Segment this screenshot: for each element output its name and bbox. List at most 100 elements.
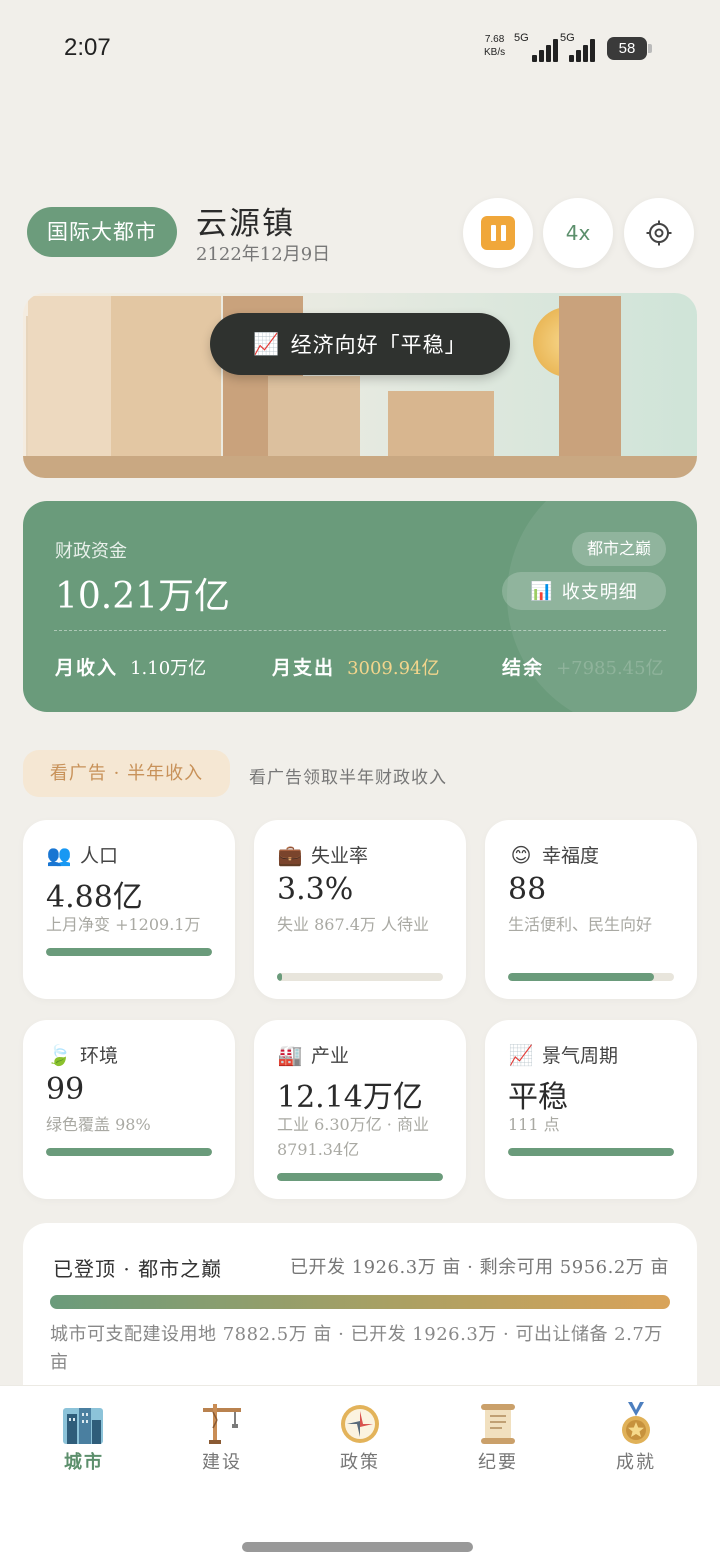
monthly-income-value: 1.10万亿	[130, 658, 207, 679]
stat-subtext: 上月净变 +1209.1万	[46, 915, 201, 934]
leaf-icon: 🍃	[46, 1042, 72, 1067]
stat-card-unemployment[interactable]: 💼 失业率 3.3% 失业 867.4万 人待业	[254, 820, 466, 999]
building	[111, 296, 221, 456]
nav-label: 建设	[202, 1452, 242, 1473]
divider	[54, 630, 666, 631]
compass-icon	[337, 1402, 383, 1446]
trend-text: 经济向好「平稳」	[290, 333, 467, 357]
nav-build[interactable]: 建设	[172, 1402, 272, 1474]
nav-label: 成就	[616, 1452, 656, 1473]
status-bar: 2:07 7.68 KB/s 5G 5G 58	[0, 0, 720, 96]
building	[559, 296, 621, 456]
stat-progress-bar	[277, 1173, 443, 1181]
stat-card-industry[interactable]: 🏭 产业 12.14万亿 工业 6.30万亿 · 商业 8791.34亿	[254, 1020, 466, 1199]
stat-value: 12.14万亿	[277, 1080, 423, 1115]
stat-title: 失业率	[311, 845, 369, 867]
stat-value: 3.3%	[277, 872, 354, 907]
nav-label: 城市	[64, 1452, 104, 1473]
factory-icon: 🏭	[277, 1042, 303, 1067]
stat-subtext: 绿色覆盖 98%	[46, 1115, 151, 1134]
watch-ad-button[interactable]: 看广告 · 半年收入	[23, 750, 230, 797]
settings-icon	[646, 220, 672, 246]
bottom-navigation: 城市 建设 政策 纪要 成就	[0, 1385, 720, 1567]
nav-policy[interactable]: 政策	[310, 1402, 410, 1474]
monthly-expense-label: 月支出	[272, 657, 336, 679]
stat-value: 平稳	[508, 1080, 568, 1115]
finance-value: 10.21万亿	[55, 576, 231, 617]
scroll-icon	[475, 1402, 521, 1446]
signal-icon: 5G	[514, 32, 558, 62]
ground	[23, 456, 697, 478]
sim2-label: 5G	[560, 32, 575, 44]
stat-progress-bar	[508, 973, 674, 981]
city-name: 云源镇	[196, 206, 295, 242]
nav-records[interactable]: 纪要	[448, 1402, 548, 1474]
medal-icon	[613, 1402, 659, 1446]
stat-card-business-cycle[interactable]: 📈 景气周期 平稳 111 点	[485, 1020, 697, 1199]
stat-value: 88	[508, 872, 547, 907]
battery-icon: 58	[607, 37, 652, 60]
nav-label: 政策	[340, 1452, 380, 1473]
ad-description: 看广告领取半年财政收入	[249, 768, 447, 788]
city-tier-badge[interactable]: 国际大都市	[27, 207, 177, 257]
bar-chart-icon: 📊	[530, 580, 554, 602]
pause-icon	[481, 216, 515, 250]
network-speed: 7.68 KB/s	[484, 33, 505, 59]
trend-chart-icon: 📈	[508, 1042, 534, 1067]
network-speed-value: 7.68	[484, 34, 505, 45]
stat-progress-bar	[46, 1148, 212, 1156]
stat-value: 99	[46, 1072, 85, 1107]
finance-card: 财政资金 10.21万亿 都市之巅 📊 收支明细 月收入 1.10万亿 月支出 …	[23, 501, 697, 712]
settings-button[interactable]	[624, 198, 694, 268]
nav-label: 纪要	[478, 1452, 518, 1473]
trend-chart-icon: 📈	[253, 331, 281, 356]
nav-achievements[interactable]: 成就	[586, 1402, 686, 1474]
land-progress-bar	[50, 1295, 670, 1309]
land-title: 已登顶 · 都市之巅	[53, 1257, 223, 1281]
monthly-balance: 结余 +7985.45亿	[502, 653, 664, 680]
sim1-label: 5G	[514, 32, 529, 44]
stat-card-environment[interactable]: 🍃 环境 99 绿色覆盖 98%	[23, 1020, 235, 1199]
nav-city[interactable]: 城市	[34, 1402, 134, 1474]
people-icon: 👥	[46, 842, 72, 867]
crane-icon	[199, 1402, 245, 1446]
stat-title: 幸福度	[542, 845, 600, 867]
monthly-income-label: 月收入	[55, 657, 119, 679]
city-icon	[61, 1402, 107, 1446]
building	[388, 391, 494, 456]
stat-subtext: 工业 6.30万亿 · 商业 8791.34亿	[277, 1115, 429, 1159]
economy-trend-badge[interactable]: 📈 经济向好「平稳」	[210, 313, 510, 375]
finance-label: 财政资金	[55, 541, 127, 562]
land-description: 城市可支配建设用地 7882.5万 亩 · 已开发 1926.3万 · 可出让储…	[50, 1324, 663, 1373]
home-indicator[interactable]	[242, 1542, 473, 1552]
land-stats: 已开发 1926.3万 亩 · 剩余可用 5956.2万 亩	[289, 1257, 669, 1278]
stat-card-happiness[interactable]: 😊 幸福度 88 生活便利、民生向好	[485, 820, 697, 999]
briefcase-icon: 💼	[277, 842, 303, 867]
stat-title: 环境	[80, 1045, 119, 1067]
speed-label: 4x	[565, 221, 591, 245]
status-time: 2:07	[64, 34, 111, 61]
monthly-balance-label: 结余	[502, 657, 545, 679]
stat-title: 景气周期	[542, 1045, 619, 1067]
monthly-expense-value: 3009.94亿	[347, 658, 440, 679]
pause-button[interactable]	[463, 198, 533, 268]
stat-value: 4.88亿	[46, 880, 143, 915]
stat-card-population[interactable]: 👥 人口 4.88亿 上月净变 +1209.1万	[23, 820, 235, 999]
stat-subtext: 失业 867.4万 人待业	[277, 915, 429, 934]
stat-progress-bar	[46, 948, 212, 956]
monthly-balance-value: +7985.45亿	[556, 658, 664, 679]
stat-title: 产业	[311, 1045, 350, 1067]
tier-badge: 都市之巅	[571, 532, 666, 566]
monthly-expense: 月支出 3009.94亿	[272, 653, 440, 680]
stat-subtext: 生活便利、民生向好	[508, 915, 653, 934]
smile-icon: 😊	[510, 842, 532, 867]
stat-subtext: 111 点	[508, 1115, 560, 1134]
stat-title: 人口	[80, 845, 119, 867]
stat-progress-bar	[277, 973, 443, 981]
budget-detail-label: 收支明细	[561, 582, 638, 603]
stat-progress-bar	[508, 1148, 674, 1156]
monthly-income: 月收入 1.10万亿	[55, 653, 206, 680]
budget-detail-button[interactable]: 📊 收支明细	[502, 572, 666, 610]
network-speed-unit: KB/s	[484, 47, 506, 58]
speed-button[interactable]: 4x	[543, 198, 613, 268]
